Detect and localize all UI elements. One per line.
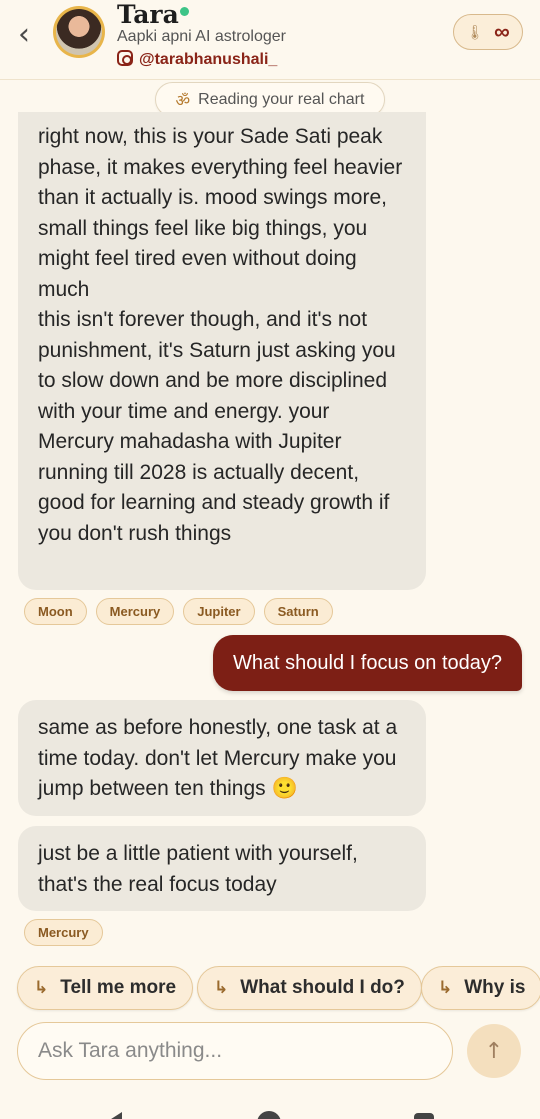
suggestion-chips: ↳ Tell me more ↳ What should I do? ↳ Why… — [0, 966, 540, 1014]
system-nav-bar — [0, 1100, 540, 1119]
avatar[interactable] — [53, 6, 105, 58]
planet-tag[interactable]: Saturn — [263, 598, 333, 625]
reply-arrow-icon: ↳ — [214, 978, 229, 998]
suggestion-chip[interactable]: ↳ What should I do? — [197, 966, 422, 1010]
reply-arrow-icon: ↳ — [438, 978, 453, 998]
assistant-message: same as before honestly, one task at a t… — [18, 700, 426, 816]
assistant-message: right now, this is your Sade Sati peak p… — [18, 112, 426, 590]
back-icon[interactable]: ‹ — [18, 20, 30, 50]
assistant-name: Tara — [117, 0, 179, 29]
credits-badge[interactable]: 🌡 ∞ — [453, 14, 523, 50]
om-icon: ॐ — [175, 92, 191, 110]
suggestion-label: Why is — [464, 977, 526, 998]
planet-tags: Moon Mercury Jupiter Saturn — [24, 598, 333, 625]
message-input[interactable] — [38, 1039, 452, 1063]
planet-tag[interactable]: Mercury — [95, 598, 175, 625]
chat-header: ‹ Tara Aapki apni AI astrologer @tarabha… — [0, 0, 540, 80]
avatar-photo — [56, 9, 102, 55]
message-text: right now, this is your Sade Sati peak p… — [38, 125, 403, 545]
instagram-icon — [117, 50, 133, 66]
message-text: same as before honestly, one task at a t… — [38, 716, 398, 800]
planet-tag[interactable]: Mercury — [24, 919, 103, 946]
instagram-handle-link[interactable]: @tarabhanushali_ — [117, 50, 277, 69]
credits-value: ∞ — [494, 19, 510, 44]
handle-text: @tarabhanushali_ — [139, 51, 278, 68]
thermometer-icon: 🌡 — [466, 23, 485, 40]
suggestion-chip[interactable]: ↳ Why is — [421, 966, 540, 1010]
suggestion-label: Tell me more — [60, 977, 177, 998]
reading-chart-text: Reading your real chart — [198, 90, 365, 108]
send-arrow-icon: ↑ — [484, 1038, 504, 1064]
assistant-subtitle: Aapki apni AI astrologer — [117, 28, 286, 45]
nav-back-icon[interactable] — [108, 1112, 122, 1119]
message-input-container — [17, 1022, 453, 1080]
planet-tag[interactable]: Moon — [24, 598, 87, 625]
online-status-dot — [180, 7, 189, 16]
planet-tags: Mercury — [24, 919, 103, 946]
suggestion-chip[interactable]: ↳ Tell me more — [17, 966, 194, 1010]
assistant-message: just be a little patient with yourself, … — [18, 826, 426, 911]
nav-home-icon[interactable] — [257, 1111, 281, 1119]
reply-arrow-icon: ↳ — [34, 978, 49, 998]
planet-tag[interactable]: Jupiter — [183, 598, 255, 625]
user-message: What should I focus on today? — [212, 635, 522, 691]
suggestion-label: What should I do? — [240, 977, 405, 998]
nav-recents-icon[interactable] — [414, 1113, 434, 1119]
message-text: just be a little patient with yourself, … — [38, 842, 358, 896]
send-button[interactable]: ↑ — [467, 1024, 521, 1078]
